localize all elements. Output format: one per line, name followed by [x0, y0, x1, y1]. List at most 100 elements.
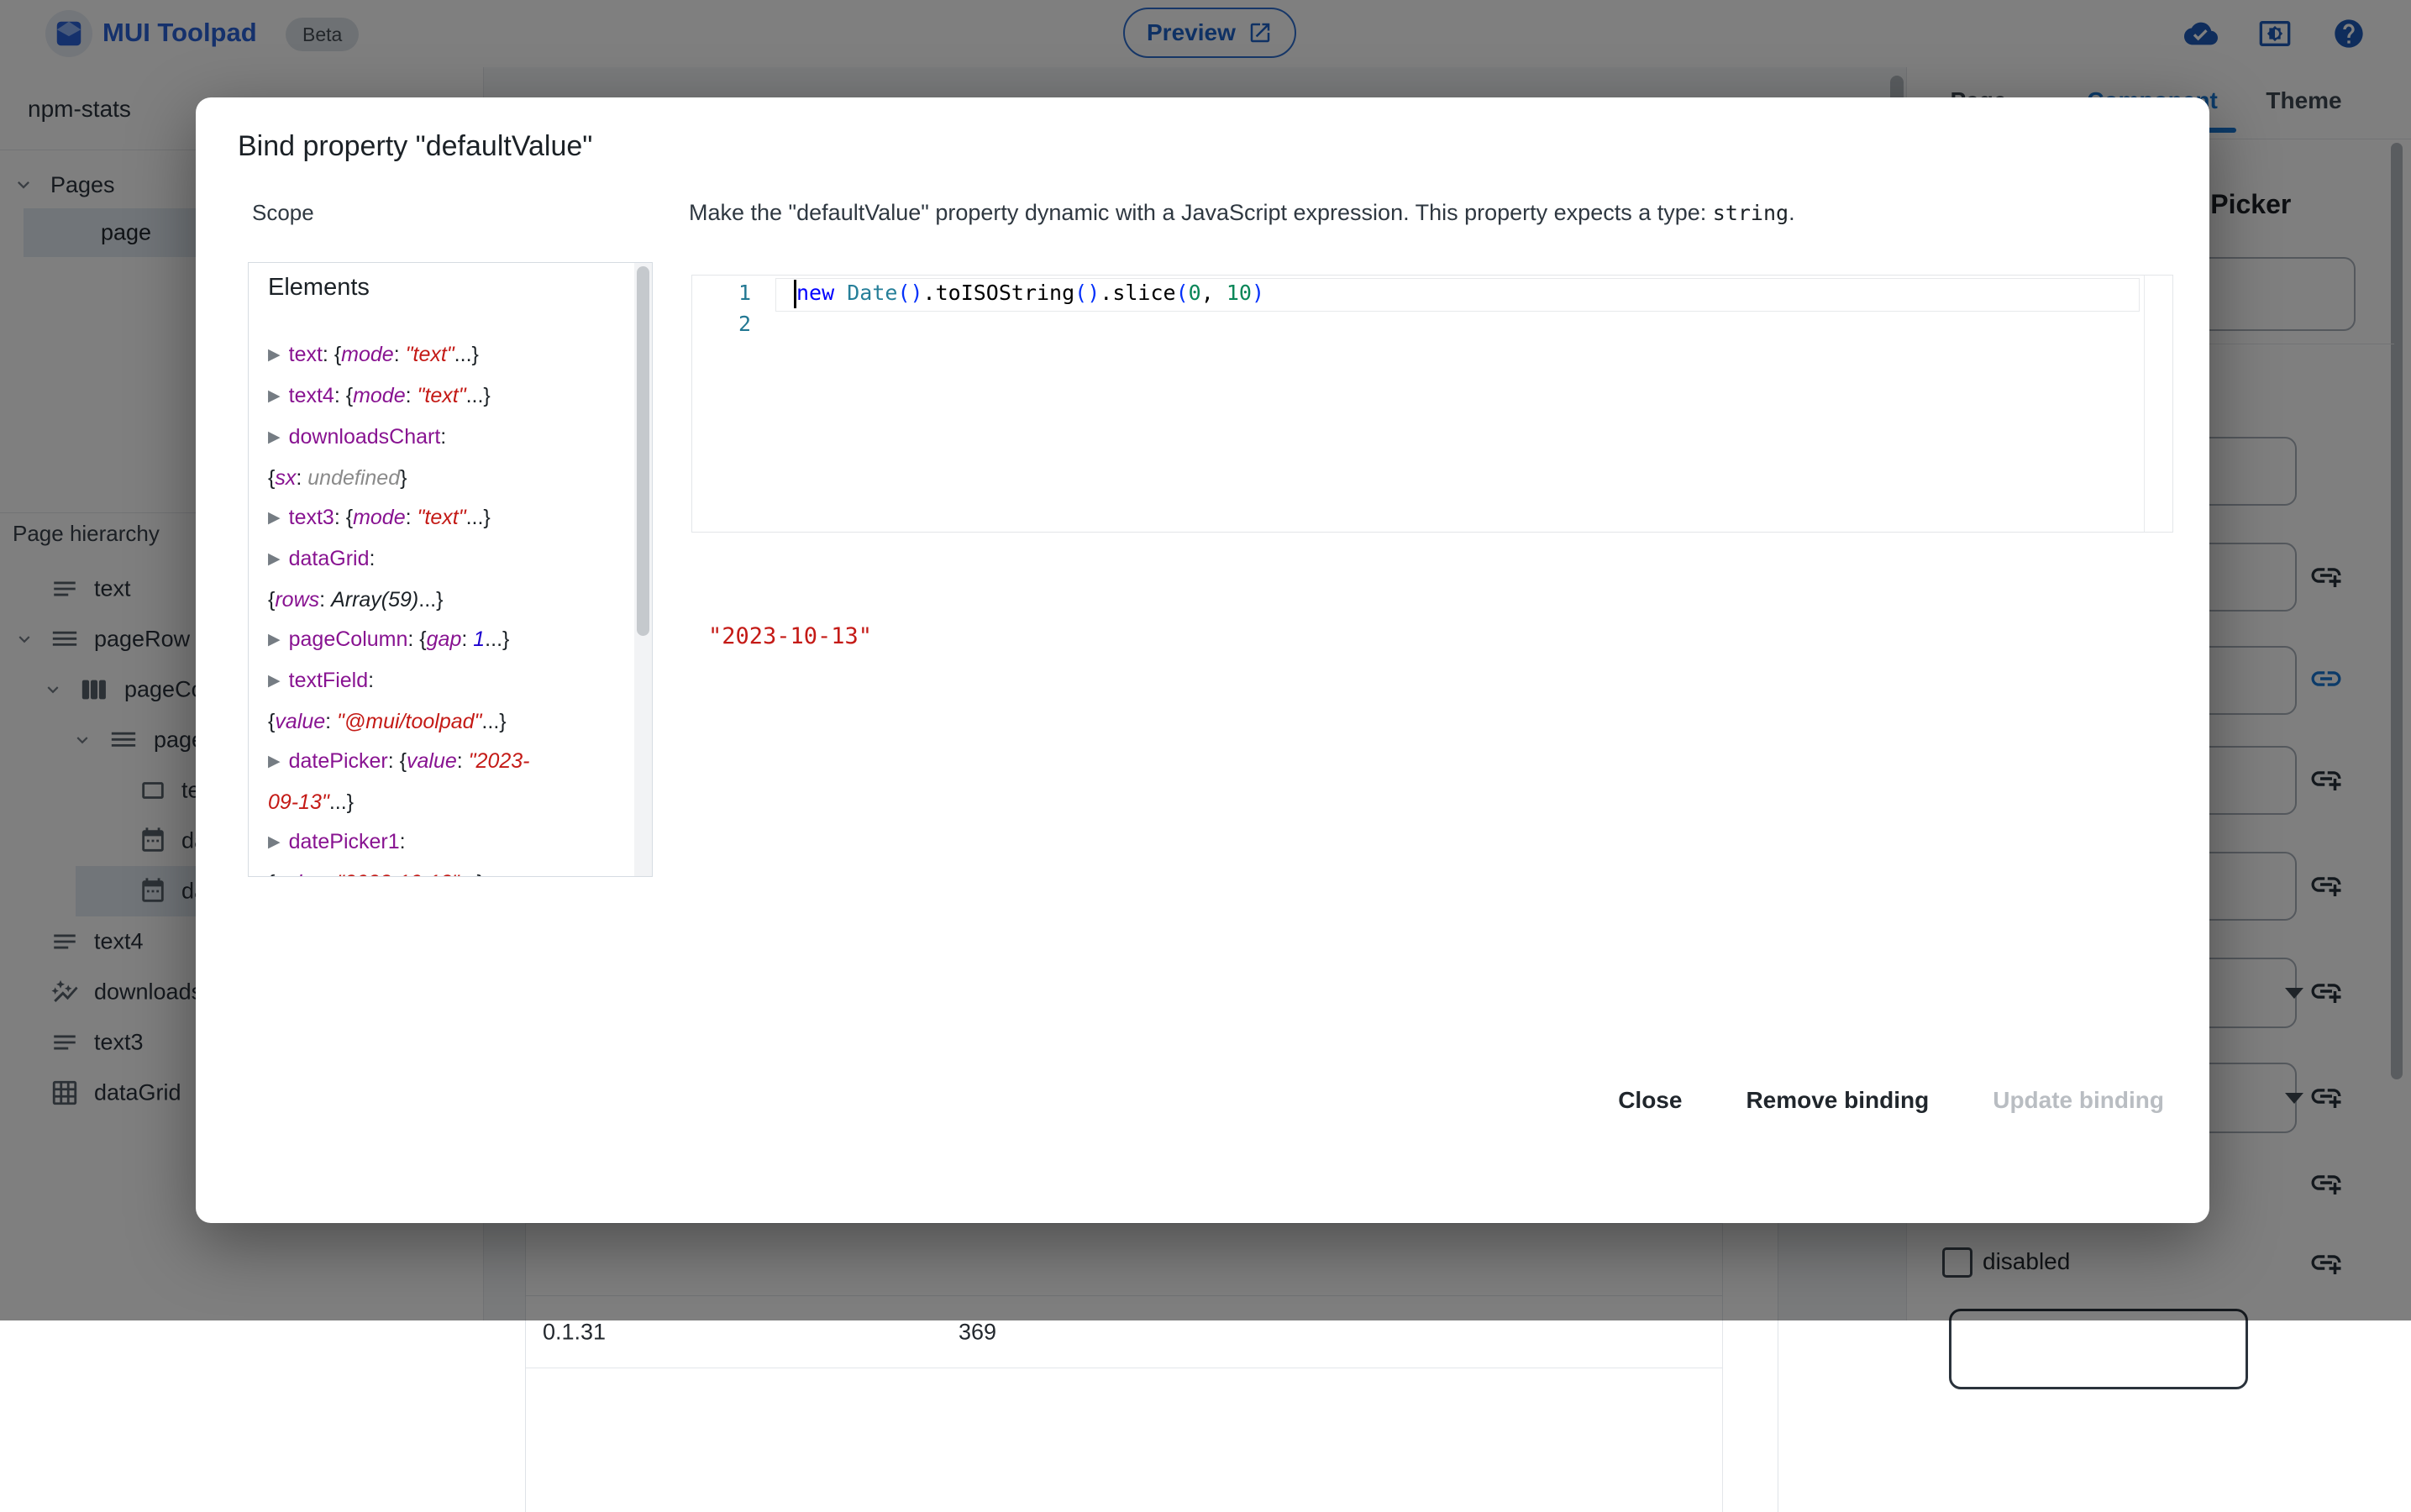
dialog-description: Make the "defaultValue" property dynamic…: [689, 200, 1795, 225]
toolpad-app: MUI Toolpad Beta Preview npm-stats: [0, 0, 2411, 1512]
line-number-2: 2: [738, 312, 751, 336]
token: textField: [288, 669, 369, 692]
evaluated-result: "2023-10-13": [708, 623, 873, 649]
token: datePicker: [288, 749, 388, 773]
token: "text": [417, 384, 466, 407]
token: rows: [275, 588, 320, 612]
token: :: [440, 425, 447, 449]
code-token: (): [897, 281, 923, 305]
token: "@mui/toolpad": [337, 710, 482, 733]
token: :: [405, 506, 418, 529]
remove-binding-button[interactable]: Remove binding: [1724, 1075, 1951, 1126]
token: datePicker1: [288, 830, 400, 853]
scope-element-line: ▶ text3: {mode: "text"...}: [268, 498, 620, 539]
bind-property-dialog: Bind property "defaultValue" Scope Eleme…: [196, 97, 2209, 1223]
expand-triangle-icon[interactable]: ▶: [268, 539, 281, 579]
scope-element-0[interactable]: ▶ text: {mode: "text"...}: [268, 335, 620, 376]
token: sx: [275, 466, 297, 490]
token: "2023-10-13": [337, 871, 460, 876]
close-button[interactable]: Close: [1596, 1075, 1704, 1126]
scope-element-1[interactable]: ▶ text4: {mode: "text"...}: [268, 376, 620, 417]
token: :: [325, 710, 338, 733]
token: ...}: [460, 871, 484, 876]
token: pageColumn: [288, 627, 408, 651]
token: text3: [288, 506, 334, 529]
expand-triangle-icon[interactable]: ▶: [268, 661, 281, 701]
scope-element-line: {value: "@mui/toolpad"...}: [268, 702, 620, 742]
update-binding-button[interactable]: Update binding: [1971, 1075, 2186, 1126]
code-token: (): [1074, 281, 1100, 305]
js-expression-editor[interactable]: 1 2 new Date().toISOString().slice(0, 10…: [691, 275, 2173, 533]
token: text: [288, 343, 323, 366]
scope-element-line: ▶ datePicker: {value: "2023-: [268, 742, 620, 783]
scope-element-8[interactable]: ▶ datePicker1:{value: "2023-10-13"...}: [268, 822, 620, 876]
scope-element-line: ▶ dataGrid:: [268, 539, 620, 580]
token: :: [456, 749, 469, 773]
scope-element-5[interactable]: ▶ pageColumn: {gap: 1...}: [268, 620, 620, 661]
token: }: [400, 466, 407, 490]
scope-element-4[interactable]: ▶ dataGrid: {rows: Array(59)...}: [268, 539, 620, 620]
scope-element-line: ▶ downloadsChart:: [268, 417, 620, 459]
token: :: [369, 547, 376, 570]
code-token: new: [796, 281, 835, 305]
expand-triangle-icon[interactable]: ▶: [268, 742, 281, 781]
scope-element-2[interactable]: ▶ downloadsChart: {sx: undefined}: [268, 417, 620, 498]
token: : {: [334, 384, 354, 407]
scope-element-line: {value: "2023-10-13"...}: [268, 864, 620, 876]
elements-scrollbar[interactable]: [634, 263, 652, 876]
expand-triangle-icon[interactable]: ▶: [268, 335, 281, 375]
token: : {: [407, 627, 427, 651]
expand-triangle-icon[interactable]: ▶: [268, 417, 281, 457]
expand-triangle-icon[interactable]: ▶: [268, 376, 281, 416]
table-row[interactable]: [526, 1368, 1722, 1441]
token: text4: [288, 384, 334, 407]
elements-list: ▶ text: {mode: "text"...} ▶ text4: {mode: "…: [249, 335, 628, 876]
scope-element-line: {rows: Array(59)...}: [268, 580, 620, 620]
token: : {: [322, 343, 342, 366]
token: : {: [387, 749, 407, 773]
elements-header: Elements: [268, 274, 370, 301]
scope-label: Scope: [252, 200, 314, 225]
token: dataGrid: [288, 547, 370, 570]
code-token: ,: [1200, 281, 1227, 305]
token: :: [405, 384, 418, 407]
token: :: [296, 466, 308, 490]
token: "2023-: [468, 749, 530, 773]
scope-element-3[interactable]: ▶ text3: {mode: "text"...}: [268, 498, 620, 539]
token: ...}: [481, 710, 507, 733]
token: mode: [353, 384, 406, 407]
token: :: [368, 669, 375, 692]
token: 09-13": [268, 790, 329, 814]
cell-version: 0.1.31: [543, 1319, 607, 1345]
expand-triangle-icon[interactable]: ▶: [268, 620, 281, 659]
scope-element-line: ▶ textField:: [268, 661, 620, 702]
token: value: [275, 871, 325, 876]
expand-triangle-icon[interactable]: ▶: [268, 498, 281, 538]
scope-elements-box: Elements ▶ text: {mode: "text"...} ▶ text4:…: [248, 262, 653, 877]
token: undefined: [307, 466, 401, 490]
scope-element-line: ▶ text4: {mode: "text"...}: [268, 376, 620, 417]
token: gap: [426, 627, 462, 651]
elements-scrollbar-thumb[interactable]: [637, 266, 649, 636]
token: mode: [353, 506, 406, 529]
token: :: [325, 871, 337, 876]
line-number-1: 1: [738, 281, 751, 305]
expand-triangle-icon[interactable]: ▶: [268, 822, 281, 862]
token: ...}: [465, 384, 491, 407]
token: ...}: [328, 790, 355, 814]
scope-element-line: ▶ pageColumn: {gap: 1...}: [268, 620, 620, 661]
token: ...}: [465, 506, 491, 529]
code-token: .toISOString: [922, 281, 1075, 305]
property-input[interactable]: [1949, 1309, 2248, 1389]
code-token: .slice: [1100, 281, 1176, 305]
cell-downloads: 369: [959, 1319, 997, 1345]
code-token: Date: [847, 281, 898, 305]
scope-element-line: 09-13"...}: [268, 783, 620, 822]
scope-element-7[interactable]: ▶ datePicker: {value: "2023- 09-13"...}: [268, 742, 620, 822]
code-token: ): [1251, 281, 1264, 305]
token: ...}: [418, 588, 444, 612]
scope-element-6[interactable]: ▶ textField: {value: "@mui/toolpad"...}: [268, 661, 620, 742]
code-token: 0: [1188, 281, 1201, 305]
token: 1: [473, 627, 486, 651]
